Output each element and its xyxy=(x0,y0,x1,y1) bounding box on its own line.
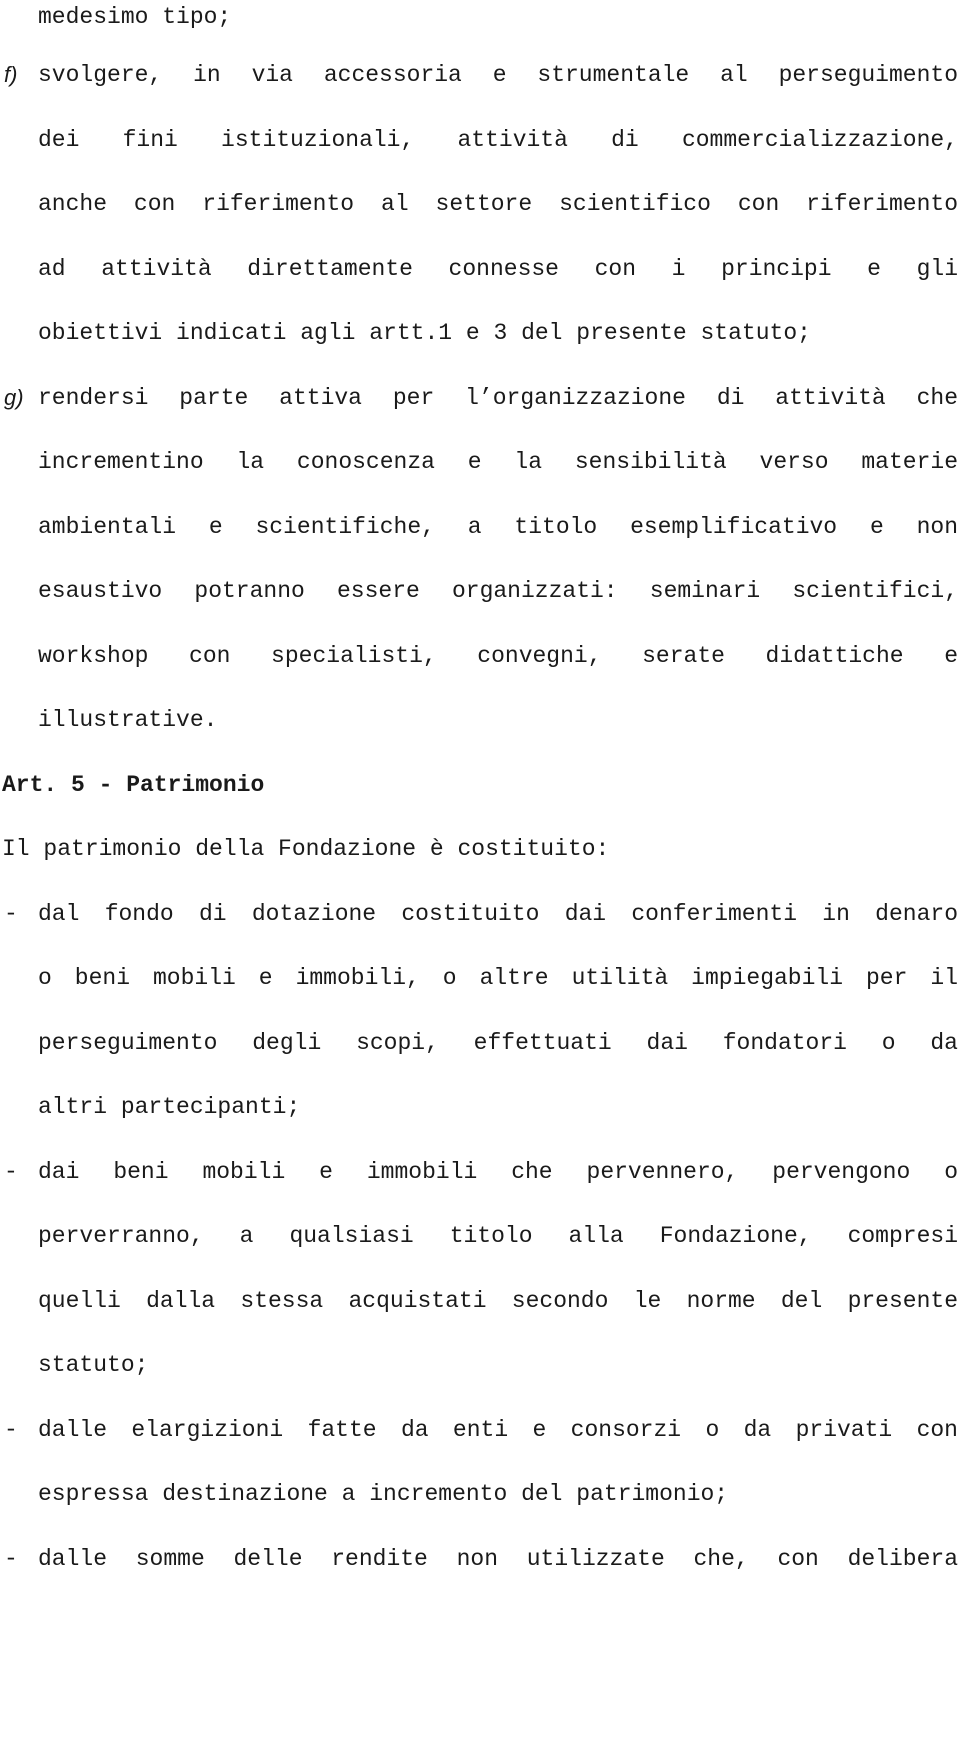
text-line: dal fondo di dotazione costituito dai co… xyxy=(38,901,958,927)
bullet-marker: - xyxy=(4,1546,18,1572)
text-line: svolgere, in via accessoria e strumental… xyxy=(38,62,958,88)
text-line: altri partecipanti; xyxy=(38,1094,301,1120)
bullet-marker: - xyxy=(4,901,18,927)
text-line: ad attività direttamente connesse con i … xyxy=(38,256,958,282)
text-line: anche con riferimento al settore scienti… xyxy=(38,191,958,217)
text-line: ambientali e scientifiche, a titolo esem… xyxy=(38,514,958,540)
text-line: esaustivo potranno essere organizzati: s… xyxy=(38,578,958,604)
text-line: illustrative. xyxy=(38,707,218,733)
text-line: workshop con specialisti, convegni, sera… xyxy=(38,643,958,669)
list-marker-f: f) xyxy=(4,62,18,87)
bullet-marker: - xyxy=(4,1159,18,1185)
text-line: quelli dalla stessa acquistati secondo l… xyxy=(38,1288,958,1314)
text-line: incrementino la conoscenza e la sensibil… xyxy=(38,449,958,475)
text-line: perseguimento degli scopi, effettuati da… xyxy=(38,1030,958,1056)
text-line: rendersi parte attiva per l’organizzazio… xyxy=(38,385,958,411)
bullet-marker: - xyxy=(4,1417,18,1443)
text-line: medesimo tipo; xyxy=(38,4,232,30)
list-marker-g: g) xyxy=(4,385,24,410)
article-intro: Il patrimonio della Fondazione è costitu… xyxy=(2,836,610,862)
text-line: dai beni mobili e immobili che pervenner… xyxy=(38,1159,958,1185)
article-heading: Art. 5 - Patrimonio xyxy=(2,772,265,798)
text-line: dalle somme delle rendite non utilizzate… xyxy=(38,1546,958,1572)
text-line: espressa destinazione a incremento del p… xyxy=(38,1481,729,1507)
text-line: statuto; xyxy=(38,1352,149,1378)
text-line: perverranno, a qualsiasi titolo alla Fon… xyxy=(38,1223,958,1249)
text-line: dalle elargizioni fatte da enti e consor… xyxy=(38,1417,958,1443)
text-line: o beni mobili e immobili, o altre utilit… xyxy=(38,965,958,991)
text-line: obiettivi indicati agli artt.1 e 3 del p… xyxy=(38,320,811,346)
text-line: dei fini istituzionali, attività di comm… xyxy=(38,127,958,153)
